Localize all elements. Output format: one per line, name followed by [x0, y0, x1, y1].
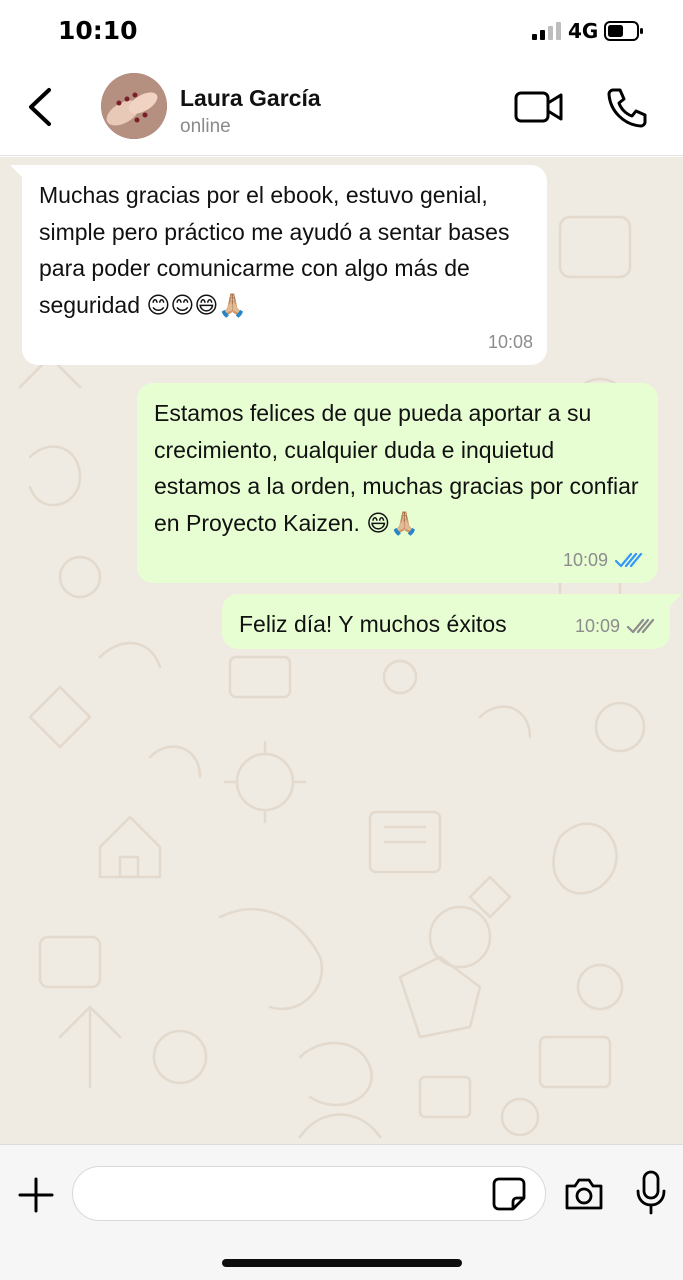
- contact-name[interactable]: Laura García: [180, 85, 321, 112]
- sticker-button[interactable]: [491, 1176, 527, 1212]
- chat-header: Laura García online: [0, 62, 683, 156]
- message-meta: 10:08: [488, 324, 533, 361]
- phone-icon: [607, 88, 647, 128]
- microphone-icon: [636, 1170, 666, 1215]
- camera-button[interactable]: [563, 1175, 605, 1213]
- message-text: Muchas gracias por el ebook, estuvo geni…: [39, 182, 510, 318]
- contact-status: online: [180, 116, 231, 137]
- read-receipt-icon: [614, 552, 643, 567]
- message-meta: 10:09: [563, 542, 644, 579]
- message-time: 10:09: [574, 615, 620, 636]
- avatar-photo: [101, 73, 167, 139]
- status-time: 10:10: [58, 16, 138, 45]
- contact-avatar[interactable]: [101, 73, 167, 139]
- battery-icon: [604, 21, 643, 41]
- message-time: 10:09: [562, 549, 608, 570]
- status-bar: 10:10 4G: [0, 0, 683, 62]
- message-meta: 10:09: [575, 608, 656, 645]
- chevron-left-icon: [29, 88, 51, 126]
- video-camera-icon: [514, 91, 563, 123]
- back-button[interactable]: [22, 84, 58, 130]
- network-type: 4G: [568, 19, 599, 43]
- message-time: 10:08: [487, 331, 533, 352]
- chat-area[interactable]: Muchas gracias por el ebook, estuvo geni…: [0, 157, 683, 1144]
- voice-call-button[interactable]: [605, 86, 649, 130]
- message-bubble-outgoing[interactable]: Feliz día! Y muchos éxitos 10:09: [222, 594, 682, 649]
- sticker-icon: [492, 1177, 526, 1211]
- delivered-receipt-icon: [626, 618, 655, 633]
- camera-icon: [565, 1178, 603, 1210]
- message-input[interactable]: [72, 1166, 546, 1221]
- message-bubble-incoming[interactable]: Muchas gracias por el ebook, estuvo geni…: [10, 165, 547, 365]
- home-indicator[interactable]: [222, 1259, 462, 1267]
- composer-bar: [0, 1144, 683, 1280]
- signal-strength-icon: [532, 22, 561, 40]
- message-text: Estamos felices de que pueda aportar a s…: [154, 400, 639, 536]
- voice-message-button[interactable]: [634, 1169, 668, 1217]
- video-call-button[interactable]: [513, 88, 565, 126]
- attach-button[interactable]: [16, 1175, 56, 1215]
- plus-icon: [18, 1177, 54, 1213]
- message-bubble-outgoing[interactable]: Estamos felices de que pueda aportar a s…: [137, 383, 658, 583]
